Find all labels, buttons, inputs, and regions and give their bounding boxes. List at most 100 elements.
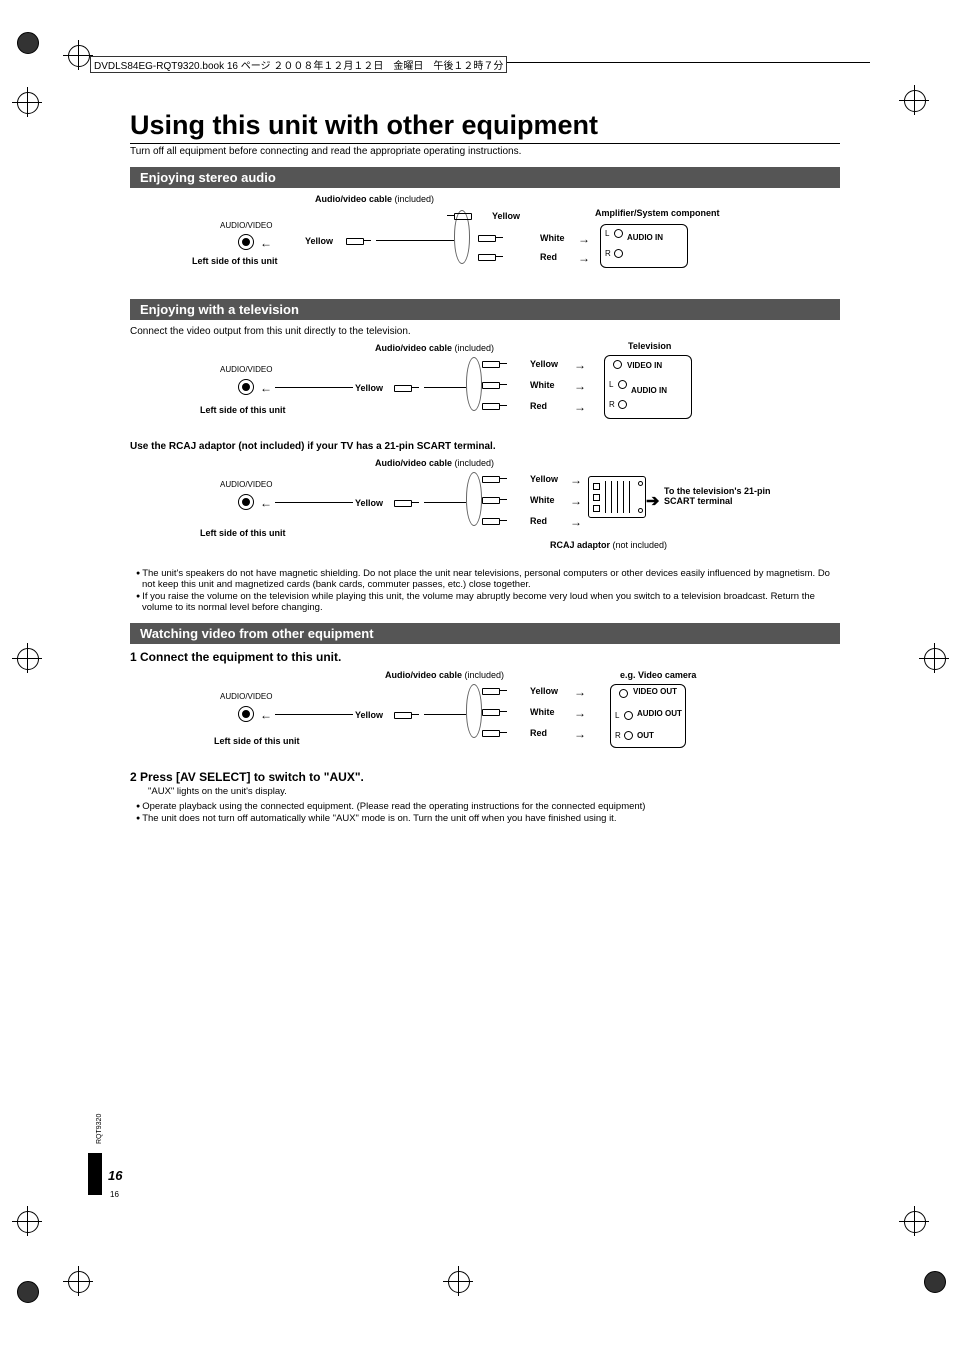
wire-icon (424, 502, 466, 503)
page-title: Using this unit with other equipment (130, 110, 840, 141)
aux-notes-list: Operate playback using the connected equ… (130, 801, 840, 824)
arrow-right-icon (574, 400, 586, 414)
plug-label-yellow-r: Yellow (530, 474, 558, 484)
plug-icon (478, 233, 504, 244)
list-item: Operate playback using the connected equ… (136, 801, 840, 812)
arrow-right-icon (570, 515, 582, 529)
jack-r-label: R (615, 731, 621, 740)
list-item: The unit's speakers do not have magnetic… (136, 568, 840, 590)
av-jack-icon (238, 234, 254, 253)
plug-icon (482, 686, 508, 697)
plug-label-red: Red (530, 728, 547, 738)
jack-r-label: R (605, 249, 611, 258)
cable-label: Audio/video cable (included) (375, 458, 494, 468)
plug-label-white: White (530, 495, 555, 505)
wire-icon (275, 387, 353, 388)
plug-label-white: White (530, 707, 555, 717)
unit-side-label: Left side of this unit (200, 405, 286, 415)
camera-box: VIDEO OUT L AUDIO OUT R OUT (610, 684, 686, 748)
arrow-left-icon (260, 708, 272, 722)
plug-label-white: White (530, 380, 555, 390)
arrow-right-icon (574, 727, 586, 741)
plug-label-yellow-l: Yellow (305, 236, 333, 246)
plug-icon (482, 516, 508, 527)
plug-icon (394, 710, 420, 721)
page-number-italic: 16 (108, 1168, 122, 1183)
wire-icon (275, 502, 353, 503)
plug-label-yellow-r: Yellow (530, 686, 558, 696)
cable-split-icon (466, 357, 482, 411)
cable-split-icon (466, 472, 482, 526)
unit-port-label: AUDIO/VIDEO (220, 692, 272, 701)
thick-arrow-icon: ➔ (646, 491, 659, 511)
unit-port-label: AUDIO/VIDEO (220, 480, 272, 489)
unit-side-label: Left side of this unit (200, 528, 286, 538)
arrow-right-icon (574, 706, 586, 720)
plug-label-red: Red (530, 516, 547, 526)
unit-port-label: AUDIO/VIDEO (220, 365, 272, 374)
plug-icon (394, 498, 420, 509)
unit-port-label: AUDIO/VIDEO (220, 221, 272, 230)
amplifier-box: L AUDIO IN R (600, 224, 688, 268)
plug-label-white: White (540, 233, 565, 243)
audio-in-label: AUDIO IN (627, 233, 663, 242)
list-item: The unit does not turn off automatically… (136, 813, 840, 824)
arrow-left-icon (260, 236, 272, 250)
unit-side-label: Left side of this unit (214, 736, 300, 746)
step-2-sub: "AUX" lights on the unit's display. (148, 786, 840, 797)
diagram-aux: Audio/video cable (included) e.g. Video … (130, 670, 840, 760)
diagram-scart: Audio/video cable (included) AUDIO/VIDEO… (130, 458, 840, 558)
page-tab (88, 1153, 102, 1195)
plug-label-yellow-l: Yellow (355, 710, 383, 720)
jack-l-label: L (609, 380, 613, 389)
plug-label-yellow-l: Yellow (355, 498, 383, 508)
plug-icon (482, 401, 508, 412)
video-in-label: VIDEO IN (627, 361, 662, 370)
scart-dest: To the television's 21-pin SCART termina… (664, 486, 794, 506)
plug-label-red: Red (530, 401, 547, 411)
arrow-right-icon (570, 494, 582, 508)
plug-label-yellow-l: Yellow (355, 383, 383, 393)
audio-in-label: AUDIO IN (631, 386, 667, 395)
plug-label-yellow-r: Yellow (492, 211, 520, 221)
out-label: OUT (637, 731, 654, 740)
step-1: 1 Connect the equipment to this unit. (130, 650, 840, 664)
unit-side-label: Left side of this unit (192, 256, 278, 266)
av-jack-icon (238, 706, 254, 725)
dest-title: Television (628, 341, 671, 351)
arrow-left-icon (260, 496, 272, 510)
rcaj-label: RCAJ adaptor (not included) (550, 540, 667, 550)
jack-l-label: L (615, 711, 619, 720)
plug-icon (346, 236, 372, 247)
title-rule (130, 143, 840, 144)
step-2: 2 Press [AV SELECT] to switch to "AUX". (130, 770, 840, 784)
plug-icon (482, 707, 508, 718)
diagram-stereo: Audio/video cable (included) AUDIO/VIDEO… (130, 194, 840, 289)
tv-box: VIDEO IN L AUDIO IN R (604, 355, 692, 419)
section-heading-tv: Enjoying with a television (130, 299, 840, 320)
arrow-right-icon (578, 251, 590, 265)
diagram-tv: Audio/video cable (included) AUDIO/VIDEO… (130, 343, 840, 431)
cable-label: Audio/video cable (included) (315, 194, 434, 204)
section-heading-stereo: Enjoying stereo audio (130, 167, 840, 188)
arrow-left-icon (260, 381, 272, 395)
jack-r-label: R (609, 400, 615, 409)
scart-note: Use the RCAJ adaptor (not included) if y… (130, 441, 840, 452)
plug-icon (482, 380, 508, 391)
tv-notes-list: The unit's speakers do not have magnetic… (130, 568, 840, 613)
plug-icon (478, 252, 504, 263)
wire-icon (424, 714, 466, 715)
arrow-right-icon (578, 232, 590, 246)
jack-l-label: L (605, 229, 609, 238)
section-heading-aux: Watching video from other equipment (130, 623, 840, 644)
cable-label: Audio/video cable (included) (385, 670, 504, 680)
plug-icon (482, 728, 508, 739)
dest-title: Amplifier/System component (595, 208, 720, 218)
plug-icon (482, 359, 508, 370)
scart-adaptor-icon (588, 476, 646, 518)
plug-icon (394, 383, 420, 394)
page-number-small: 16 (110, 1190, 119, 1199)
plug-icon (482, 495, 508, 506)
plug-icon (482, 474, 508, 485)
wire-icon (424, 387, 466, 388)
